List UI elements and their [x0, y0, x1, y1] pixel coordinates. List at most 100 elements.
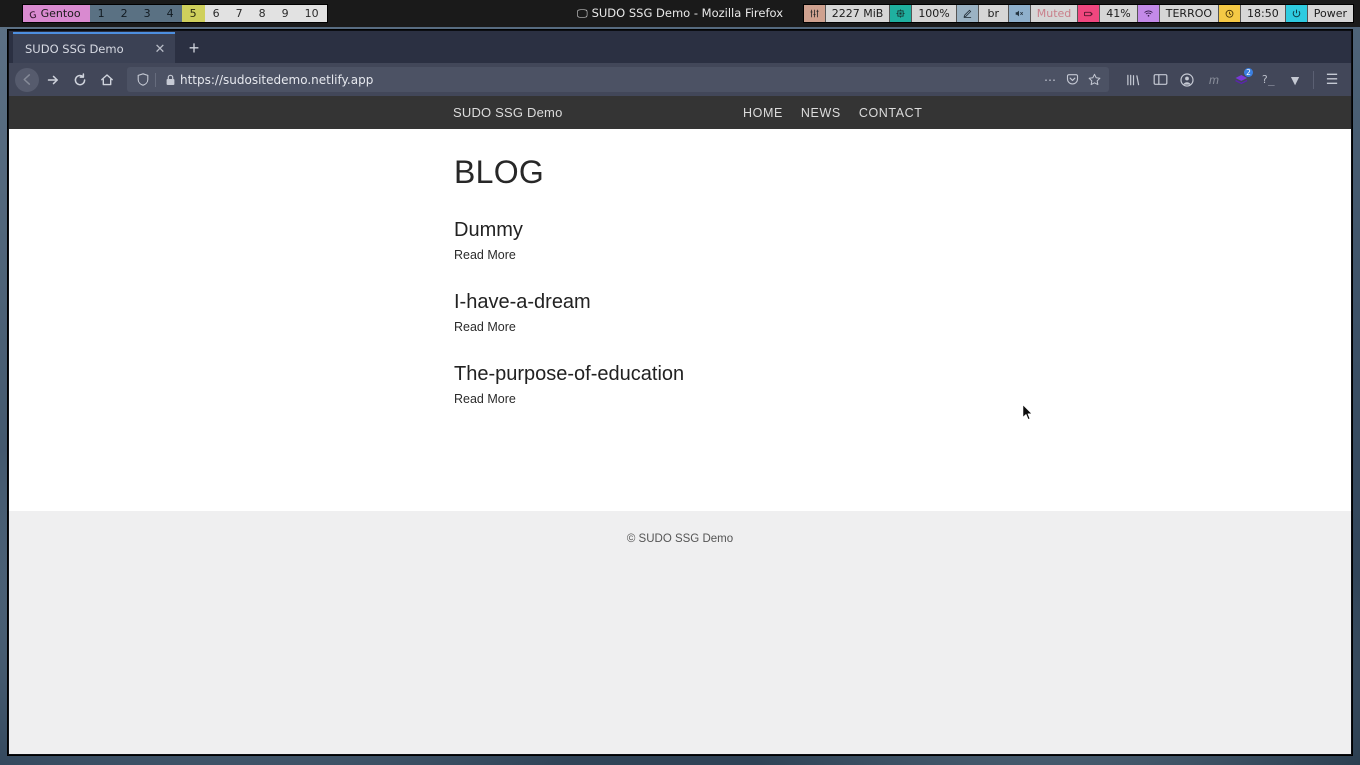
reload-glyph — [74, 72, 86, 85]
nav-link-contact[interactable]: CONTACT — [859, 106, 923, 120]
read-more-link[interactable]: Read More — [454, 320, 516, 334]
library-icon[interactable] — [1120, 67, 1146, 93]
wifi-icon-glyph — [1144, 10, 1153, 17]
account-icon[interactable] — [1174, 67, 1200, 93]
battery-icon-glyph — [1084, 11, 1093, 16]
memory-indicator[interactable]: 2227 MiB — [825, 5, 891, 22]
monitor-icon: 🖵 — [576, 7, 588, 20]
page-title: BLOG — [454, 154, 545, 190]
post-title: The-purpose-of-education — [454, 363, 685, 385]
clock-icon[interactable] — [1219, 5, 1242, 22]
shield-glyph — [137, 73, 149, 86]
workspace-9[interactable]: 9 — [273, 5, 297, 22]
site-brand[interactable]: SUDO SSG Demo — [453, 105, 563, 120]
nav-link-news[interactable]: NEWS — [801, 106, 841, 120]
urlbar-divider — [155, 72, 156, 87]
nav-link-home[interactable]: HOME — [743, 106, 783, 120]
toolbar-separator — [1313, 70, 1314, 89]
workspace-7[interactable]: 7 — [227, 5, 251, 22]
app-menu-icon[interactable]: ☰ — [1319, 67, 1345, 93]
forward-arrow-glyph — [47, 75, 58, 84]
list-item: Dummy Read More — [454, 219, 1154, 264]
power-indicator[interactable]: Power — [1307, 5, 1353, 22]
battery-indicator[interactable]: 41% — [1100, 5, 1138, 22]
star-glyph — [1088, 73, 1100, 86]
workspace-10[interactable]: 10 — [296, 5, 327, 22]
sliders-icon-glyph — [810, 9, 819, 18]
speaker-muted-icon-glyph — [1015, 10, 1023, 17]
ellipsis-icon[interactable]: ⋯ — [1040, 70, 1060, 90]
extension-layers-icon[interactable]: 2 — [1228, 67, 1254, 93]
sidebar-glyph — [1153, 74, 1167, 85]
workspace-6[interactable]: 6 — [204, 5, 228, 22]
page-content: BLOG Dummy Read More I-have-a-dream Read… — [9, 129, 1351, 511]
navigation-toolbar: https://sudositedemo.netlify.app ⋯ m 2 ?… — [9, 63, 1351, 96]
pen-icon-glyph — [963, 9, 971, 18]
active-window-title-text: SUDO SSG Demo - Mozilla Firefox — [591, 6, 784, 20]
forward-arrow-icon[interactable] — [40, 67, 66, 93]
workspace-3[interactable]: 3 — [135, 5, 159, 22]
list-item: I-have-a-dream Read More — [454, 291, 1154, 336]
brightness-indicator[interactable]: br — [978, 5, 1009, 22]
desktop: ɢ Gentoo 1 2 3 4 5 6 7 8 9 10 🖵 SUDO SSG … — [0, 0, 1360, 765]
power-icon[interactable] — [1285, 5, 1308, 22]
workspace-8[interactable]: 8 — [250, 5, 274, 22]
network-indicator[interactable]: TERROO — [1159, 5, 1220, 22]
pocket-icon[interactable] — [1062, 70, 1082, 90]
system-panel: ɢ Gentoo 1 2 3 4 5 6 7 8 9 10 🖵 SUDO SSG … — [0, 0, 1360, 27]
workspace-5[interactable]: 5 — [181, 5, 205, 22]
extension-m-icon[interactable]: m — [1201, 67, 1227, 93]
speaker-muted-icon[interactable] — [1008, 5, 1031, 22]
home-icon[interactable] — [94, 67, 120, 93]
tab-strip: SUDO SSG Demo ✕ + — [9, 31, 1351, 63]
reload-icon[interactable] — [67, 67, 93, 93]
padlock-glyph — [166, 74, 174, 85]
star-icon[interactable] — [1084, 70, 1104, 90]
back-arrow-glyph — [23, 74, 30, 85]
new-tab-button[interactable]: + — [179, 33, 209, 63]
read-more-link[interactable]: Read More — [454, 392, 516, 406]
close-icon[interactable]: ✕ — [151, 40, 169, 58]
clock-indicator[interactable]: 18:50 — [1241, 5, 1286, 22]
extension-badge-count: 2 — [1244, 67, 1253, 77]
padlock-icon[interactable] — [160, 70, 180, 90]
url-bar[interactable]: https://sudositedemo.netlify.app ⋯ — [127, 67, 1109, 92]
back-arrow-icon[interactable] — [15, 67, 39, 92]
firefox-window: SUDO SSG Demo ✕ + https://sudositedemo.n… — [8, 30, 1352, 755]
cpu-indicator[interactable]: 100% — [912, 5, 957, 22]
wifi-icon[interactable] — [1137, 5, 1160, 22]
sidebar-icon[interactable] — [1147, 67, 1173, 93]
gentoo-logo-icon: ɢ — [27, 5, 38, 22]
toolbar-extensions: m 2 ?_ ▼ ☰ — [1120, 67, 1345, 93]
read-more-link[interactable]: Read More — [454, 248, 516, 262]
launcher-label: Gentoo — [40, 7, 81, 20]
browser-tab-sudo-ssg-demo[interactable]: SUDO SSG Demo ✕ — [13, 32, 175, 63]
url-text: https://sudositedemo.netlify.app — [180, 72, 374, 87]
site-navigation: HOME NEWS CONTACT — [743, 106, 923, 120]
tab-title: SUDO SSG Demo — [25, 41, 124, 56]
site-footer: © SUDO SSG Demo — [9, 511, 1351, 754]
post-title: I-have-a-dream — [454, 291, 591, 313]
blog-post-list: Dummy Read More I-have-a-dream Read More… — [454, 219, 1154, 435]
list-item: The-purpose-of-education Read More — [454, 363, 1154, 408]
extension-terminal-icon[interactable]: ?_ — [1255, 67, 1281, 93]
site-header: SUDO SSG Demo HOME NEWS CONTACT — [9, 96, 1351, 129]
extension-v-icon[interactable]: ▼ — [1282, 67, 1308, 93]
tracking-shield-icon[interactable] — [133, 70, 153, 90]
workspace-2[interactable]: 2 — [112, 5, 136, 22]
power-icon-glyph — [1292, 9, 1301, 18]
volume-indicator[interactable]: Muted — [1030, 5, 1079, 22]
pocket-glyph — [1066, 74, 1078, 85]
library-glyph — [1126, 74, 1139, 85]
battery-icon[interactable] — [1078, 5, 1101, 22]
workspace-1[interactable]: 1 — [89, 5, 113, 22]
footer-copyright: © SUDO SSG Demo — [626, 533, 734, 545]
sliders-icon[interactable] — [803, 5, 826, 22]
home-glyph — [101, 73, 113, 85]
cpu-icon[interactable] — [890, 5, 913, 22]
launcher-gentoo[interactable]: ɢ Gentoo — [23, 5, 90, 22]
system-tray: 2227 MiB 100% br Muted 41% TERROO 18:50 … — [802, 4, 1354, 23]
workspace-4[interactable]: 4 — [158, 5, 182, 22]
pen-icon[interactable] — [956, 5, 979, 22]
account-glyph — [1180, 72, 1194, 87]
